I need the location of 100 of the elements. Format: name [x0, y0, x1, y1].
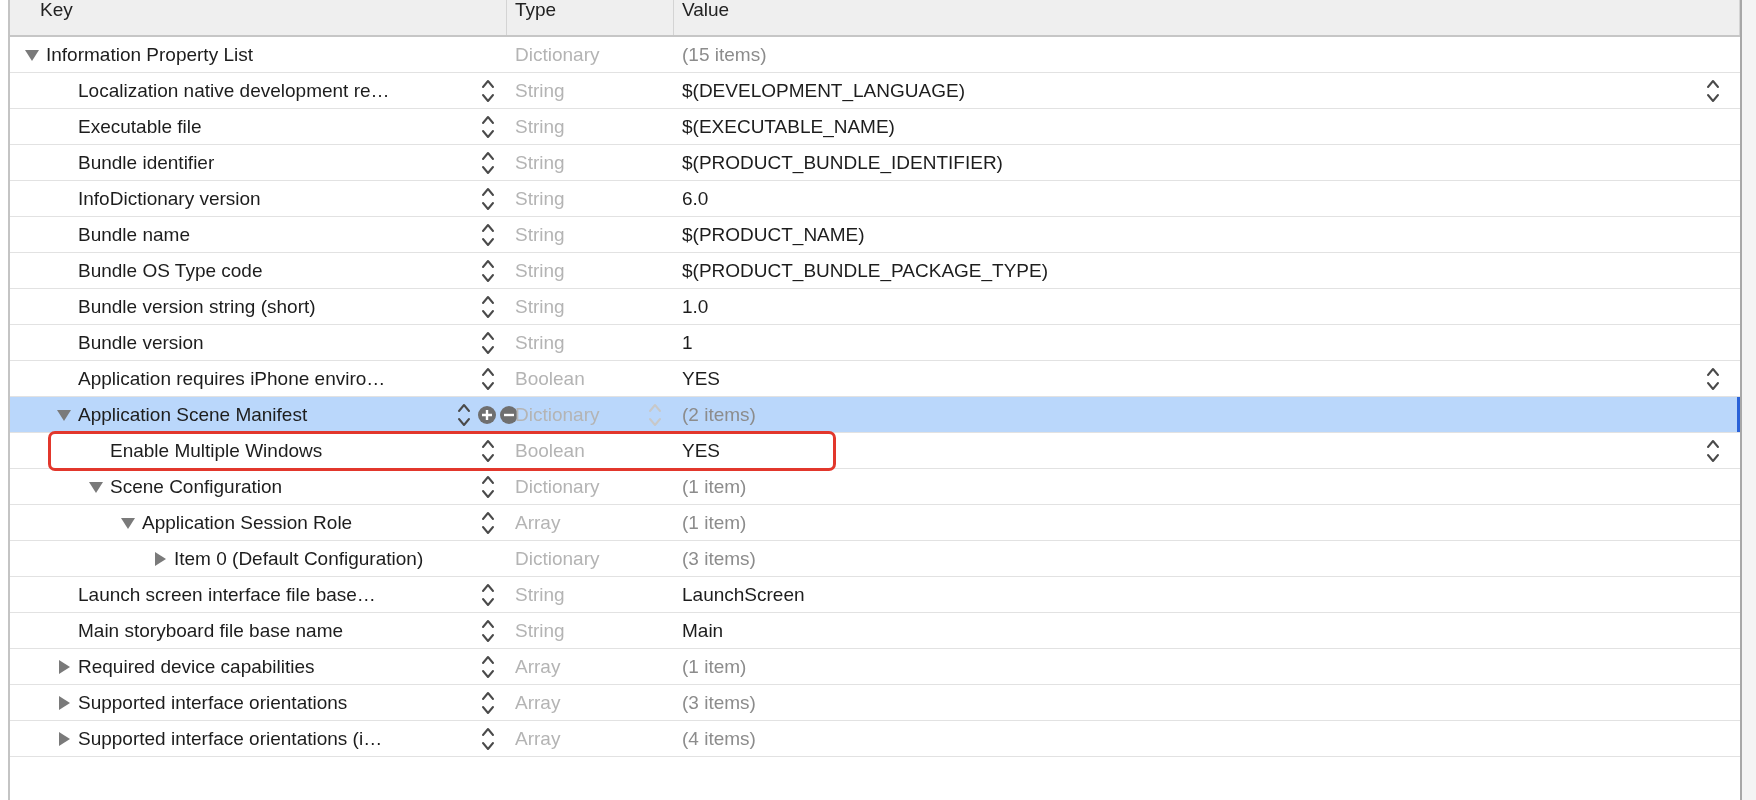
- key-text: Information Property List: [46, 43, 253, 66]
- table-row[interactable]: Bundle identifier String $(PRODUCT_BUNDLE_IDENTIFIER): [10, 145, 1740, 181]
- type-text: Array: [515, 511, 561, 534]
- table-row[interactable]: Main storyboard file base name String Main: [10, 613, 1740, 649]
- key-stepper-icon[interactable]: [481, 77, 495, 104]
- table-row[interactable]: Bundle version String 1: [10, 325, 1740, 361]
- table-row[interactable]: Supported interface orientations Array (3 items): [10, 685, 1740, 721]
- key-stepper-icon[interactable]: [481, 725, 495, 752]
- value-text: YES: [682, 439, 721, 462]
- table-row[interactable]: Enable Multiple Windows Boolean YES: [10, 433, 1740, 469]
- key-text: InfoDictionary version: [78, 187, 261, 210]
- value-text: 1.0: [682, 295, 709, 318]
- collapse-triangle-icon[interactable]: [88, 479, 104, 494]
- type-text: Array: [515, 691, 561, 714]
- type-text: String: [515, 79, 565, 102]
- value-text: Main: [682, 619, 724, 642]
- type-text: String: [515, 295, 565, 318]
- table-row[interactable]: Bundle name String $(PRODUCT_NAME): [10, 217, 1740, 253]
- value-text: (1 item): [682, 511, 747, 534]
- expand-triangle-icon[interactable]: [56, 658, 72, 675]
- value-text: $(PRODUCT_NAME): [682, 223, 865, 246]
- key-stepper-icon[interactable]: [481, 653, 495, 680]
- value-text: $(PRODUCT_BUNDLE_IDENTIFIER): [682, 151, 1003, 174]
- value-text: 6.0: [682, 187, 709, 210]
- table-row[interactable]: Bundle version string (short) String 1.0: [10, 289, 1740, 325]
- table-row[interactable]: Launch screen interface file base… String LaunchScreen: [10, 577, 1740, 613]
- type-text: String: [515, 331, 565, 354]
- type-text: String: [515, 259, 565, 282]
- expand-triangle-icon[interactable]: [56, 694, 72, 711]
- key-stepper-icon[interactable]: [481, 509, 495, 536]
- value-text: 1: [682, 331, 693, 354]
- key-stepper-icon[interactable]: [481, 617, 495, 644]
- key-text: Application Session Role: [142, 511, 353, 534]
- type-text: Boolean: [515, 367, 585, 390]
- type-text: String: [515, 583, 565, 606]
- key-stepper-icon[interactable]: [481, 113, 495, 140]
- value-text: (1 item): [682, 475, 747, 498]
- value-text: $(EXECUTABLE_NAME): [682, 115, 895, 138]
- value-column-header[interactable]: Value: [674, 0, 1740, 35]
- type-text: String: [515, 223, 565, 246]
- collapse-triangle-icon[interactable]: [56, 407, 72, 422]
- key-text: Bundle version string (short): [78, 295, 316, 318]
- key-text: Launch screen interface file base…: [78, 583, 376, 606]
- key-text: Executable file: [78, 115, 202, 138]
- value-text: (3 items): [682, 691, 756, 714]
- type-text: Array: [515, 655, 561, 678]
- value-text: (15 items): [682, 43, 767, 66]
- key-stepper-icon[interactable]: [481, 689, 495, 716]
- key-stepper-icon[interactable]: [457, 401, 471, 428]
- value-popup-icon[interactable]: [1706, 437, 1720, 464]
- key-text: Bundle OS Type code: [78, 259, 263, 282]
- key-stepper-icon[interactable]: [481, 257, 495, 284]
- table-row[interactable]: Supported interface orientations (i… Array (4 items): [10, 721, 1740, 757]
- table-row[interactable]: Localization native development re… String $(DEVELOPMENT_LANGUAGE): [10, 73, 1740, 109]
- key-text: Enable Multiple Windows: [110, 439, 323, 462]
- key-text: Supported interface orientations: [78, 691, 348, 714]
- expand-triangle-icon[interactable]: [56, 730, 72, 747]
- table-row[interactable]: Information Property List Dictionary (15 items): [10, 37, 1740, 73]
- key-stepper-icon[interactable]: [481, 329, 495, 356]
- add-icon[interactable]: [477, 404, 497, 425]
- type-column-header[interactable]: Type: [507, 0, 674, 35]
- key-column-header[interactable]: Key: [10, 0, 507, 35]
- type-text: Dictionary: [515, 475, 600, 498]
- table-row[interactable]: Scene Configuration Dictionary (1 item): [10, 469, 1740, 505]
- value-popup-icon[interactable]: [1706, 77, 1720, 104]
- key-text: Localization native development re…: [78, 79, 390, 102]
- key-stepper-icon[interactable]: [481, 581, 495, 608]
- value-text: $(PRODUCT_BUNDLE_PACKAGE_TYPE): [682, 259, 1049, 282]
- key-stepper-icon[interactable]: [481, 437, 495, 464]
- key-text: Application requires iPhone enviro…: [78, 367, 386, 390]
- key-text: Required device capabilities: [78, 655, 315, 678]
- table-row[interactable]: Item 0 (Default Configuration) Dictionary (3 items): [10, 541, 1740, 577]
- value-text: (4 items): [682, 727, 756, 750]
- table-row[interactable]: InfoDictionary version String 6.0: [10, 181, 1740, 217]
- type-text: String: [515, 115, 565, 138]
- table-row[interactable]: Executable file String $(EXECUTABLE_NAME): [10, 109, 1740, 145]
- key-text: Bundle version: [78, 331, 204, 354]
- value-text: LaunchScreen: [682, 583, 805, 606]
- type-text: String: [515, 151, 565, 174]
- key-text: Bundle name: [78, 223, 190, 246]
- type-text: Boolean: [515, 439, 585, 462]
- table-row[interactable]: Required device capabilities Array (1 item): [10, 649, 1740, 685]
- table-row[interactable]: Application Session Role Array (1 item): [10, 505, 1740, 541]
- key-stepper-icon[interactable]: [481, 473, 495, 500]
- key-stepper-icon[interactable]: [481, 185, 495, 212]
- key-stepper-icon[interactable]: [481, 293, 495, 320]
- value-text: (1 item): [682, 655, 747, 678]
- collapse-triangle-icon[interactable]: [120, 515, 136, 530]
- key-stepper-icon[interactable]: [481, 149, 495, 176]
- key-text: Application Scene Manifest: [78, 403, 308, 426]
- value-popup-icon[interactable]: [1706, 365, 1720, 392]
- key-stepper-icon[interactable]: [481, 221, 495, 248]
- type-text: Array: [515, 727, 561, 750]
- collapse-triangle-icon[interactable]: [24, 47, 40, 62]
- key-stepper-icon[interactable]: [481, 365, 495, 392]
- type-text: String: [515, 187, 565, 210]
- table-row[interactable]: Bundle OS Type code String $(PRODUCT_BUNDLE_PACKAGE_TYPE): [10, 253, 1740, 289]
- expand-triangle-icon[interactable]: [152, 550, 168, 567]
- value-text: YES: [682, 367, 721, 390]
- type-text: Dictionary: [515, 43, 600, 66]
